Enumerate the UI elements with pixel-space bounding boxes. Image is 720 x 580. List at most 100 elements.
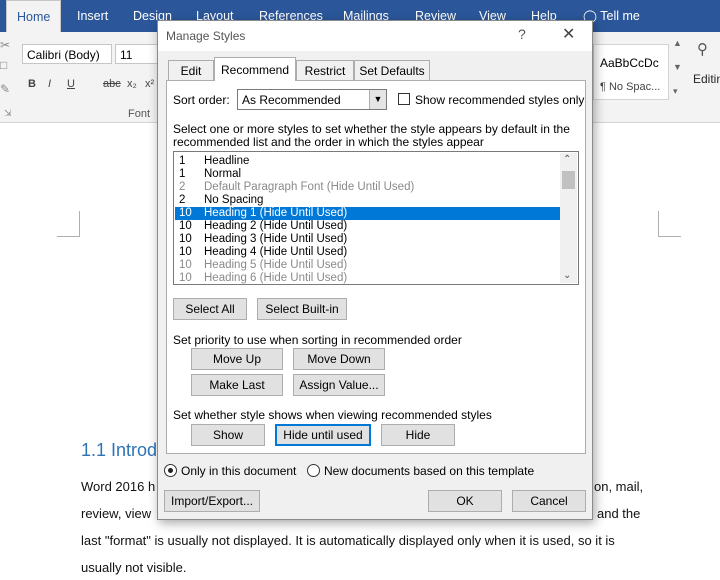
format-painter-icon[interactable]: ✎ [0,82,10,96]
italic-button[interactable]: I [48,78,51,90]
style-list-item[interactable]: 1 Normal [175,168,560,181]
select-all-button[interactable]: Select All [173,298,247,320]
style-priority: 10 [179,207,192,219]
style-name: Heading 6 (Hide Until Used) [204,272,348,284]
style-priority: 10 [179,220,192,232]
style-name: Heading 2 (Hide Until Used) [204,220,348,232]
style-name: Heading 4 (Hide Until Used) [204,246,348,258]
tab-insert[interactable]: Insert [77,0,108,32]
radio-selected-dot [168,468,173,473]
gallery-more-icon[interactable]: ▾ [673,86,678,97]
tab-restrict[interactable]: Restrict [296,60,354,80]
help-button[interactable]: ? [518,26,526,42]
style-preview-sample: AaBbCcDc [600,56,659,70]
priority-label: Set priority to use when sorting in reco… [173,333,462,347]
scroll-down-icon[interactable]: ⌄ [563,270,571,281]
scroll-up-icon[interactable]: ⌃ [563,154,571,165]
style-name: Heading 1 (Hide Until Used) [204,207,348,219]
chevron-down-icon: ▼ [369,90,386,109]
close-button[interactable]: ✕ [562,24,575,44]
assign-value-button[interactable]: Assign Value... [293,374,385,396]
make-last-button[interactable]: Make Last [191,374,283,396]
style-priority: 2 [179,194,186,206]
tab-home[interactable]: Home [6,0,62,33]
copy-icon[interactable]: □ [0,58,7,72]
instruction-text: recommended list and the order in which … [173,135,484,149]
document-line: last "format" is usually not displayed. … [81,533,615,548]
style-preview-name: ¶ No Spac... [600,81,661,93]
strikethrough-button[interactable]: abc [103,78,121,90]
scroll-thumb[interactable] [562,171,575,189]
font-name-box[interactable]: Calibri (Body) [22,44,112,64]
underline-button[interactable]: U [67,78,75,90]
move-down-button[interactable]: Move Down [293,348,385,370]
style-name: Normal [204,168,242,180]
document-line: review, view [81,506,152,521]
tab-set-defaults[interactable]: Set Defaults [354,60,430,80]
document-line-fragment: and the [597,506,641,521]
gallery-up-icon[interactable]: ▲ [673,38,682,48]
sort-order-select[interactable]: As Recommended ▼ [237,89,387,110]
tab-edit[interactable]: Edit [168,60,214,80]
style-priority: 10 [179,272,192,284]
import-export-button[interactable]: Import/Export... [164,490,260,512]
style-list-item[interactable]: 10 Heading 2 (Hide Until Used) [175,220,560,233]
document-line: Word 2016 h [81,479,156,494]
ok-button[interactable]: OK [428,490,502,512]
style-list-item[interactable]: 10 Heading 4 (Hide Until Used) [175,246,560,259]
superscript-button[interactable]: x² [145,78,154,90]
style-list[interactable]: 1 Headline 1 Normal 2 Default Paragraph Font … [173,151,579,285]
font-size-box[interactable]: 11 [115,44,159,64]
style-priority: 10 [179,233,192,245]
show-recommended-label: Show recommended styles only [415,93,585,107]
style-list-item[interactable]: 2 No Spacing [175,194,560,207]
list-scrollbar[interactable]: ⌃ ⌄ [560,153,577,283]
style-priority: 2 [179,181,186,193]
only-this-document-label: Only in this document [181,464,297,478]
sort-order-value: As Recommended [242,93,341,107]
style-name: Default Paragraph Font (Hide Until Used) [204,181,415,193]
margin-corner-left [57,211,80,237]
hide-button[interactable]: Hide [381,424,455,446]
cancel-button[interactable]: Cancel [512,490,586,512]
style-list-item[interactable]: 10 Heading 1 (Hide Until Used) [175,207,560,220]
style-list-item[interactable]: 2 Default Paragraph Font (Hide Until Used… [175,181,560,194]
style-name: No Spacing [204,194,264,206]
gallery-down-icon[interactable]: ▼ [673,62,682,72]
clipboard-launcher-icon[interactable]: ⇲ [4,108,12,119]
new-documents-radio[interactable] [307,464,320,477]
instruction-text: Select one or more styles to set whether… [173,122,570,136]
style-name: Heading 3 (Hide Until Used) [204,233,348,245]
hide-until-used-button[interactable]: Hide until used [275,424,371,446]
document-heading: 1.1 Introd [81,440,158,460]
dialog-title: Manage Styles [166,29,246,43]
style-priority: 10 [179,246,192,258]
style-priority: 1 [179,168,186,180]
bold-button[interactable]: B [28,78,36,90]
document-line-fragment: on, mail, [594,479,644,494]
style-list-item[interactable]: 1 Headline [175,155,560,168]
tab-recommend[interactable]: Recommend [214,57,296,81]
style-gallery-item[interactable]: AaBbCcDc ¶ No Spac... [593,44,669,100]
select-builtin-button[interactable]: Select Built-in [257,298,347,320]
new-documents-label: New documents based on this template [324,464,535,478]
style-list-item[interactable]: 10 Heading 3 (Hide Until Used) [175,233,560,246]
style-name: Heading 5 (Hide Until Used) [204,259,348,271]
font-group-label: Font [128,108,151,120]
visibility-label: Set whether style shows when viewing rec… [173,408,492,422]
style-priority: 10 [179,259,192,271]
move-up-button[interactable]: Move Up [191,348,283,370]
find-icon[interactable]: ⚲ [697,40,708,58]
style-list-item[interactable]: 10 Heading 5 (Hide Until Used) [175,259,560,272]
cut-icon[interactable]: ✂ [0,38,10,52]
show-recommended-checkbox[interactable] [398,93,410,105]
dialog-titlebar[interactable]: Manage Styles ? ✕ [158,21,592,51]
style-list-item[interactable]: 10 Heading 6 (Hide Until Used) [175,272,560,284]
style-name: Headline [204,155,250,167]
only-this-document-radio[interactable] [164,464,177,477]
tell-me-label: Tell me [600,9,640,23]
show-button[interactable]: Show [191,424,265,446]
subscript-button[interactable]: x₂ [127,78,137,90]
editing-group-label[interactable]: Editin [693,72,720,86]
margin-corner-right [658,211,681,237]
